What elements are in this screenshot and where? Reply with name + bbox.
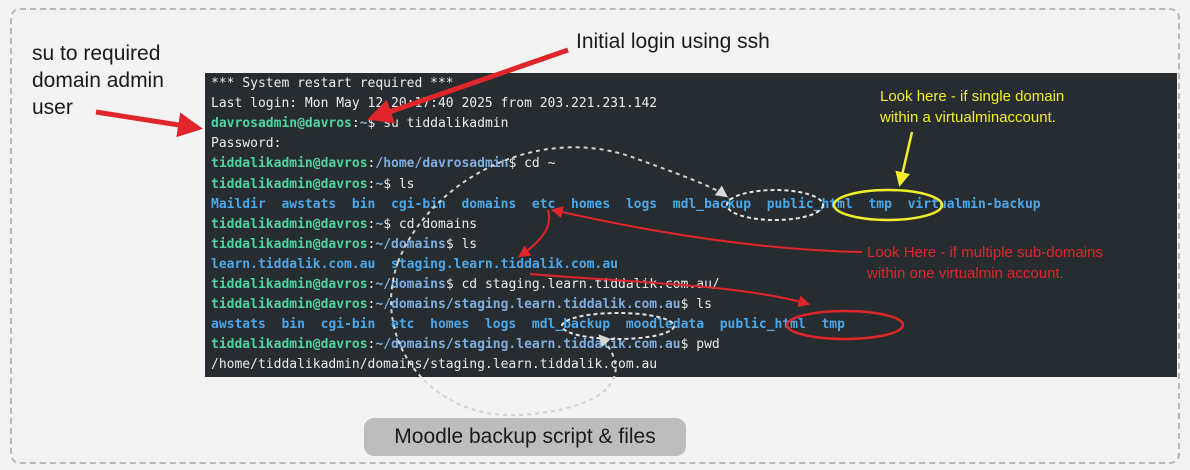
dashed-loop-backup: [390, 261, 617, 417]
highlight-mdl-backup-staging: [561, 312, 675, 340]
arrow-su-admin: [95, 109, 203, 138]
arrow-staging-public-html: [529, 273, 811, 308]
highlight-mdl-backup-home: [726, 189, 824, 221]
arrow-multi-domains: [550, 206, 863, 253]
arrow-yellow-pointer: [895, 131, 914, 187]
annotation-overlay: [95, 47, 944, 417]
highlight-public-html-staging: [785, 309, 905, 341]
arrow-initial-login: [367, 47, 569, 124]
dashed-loop-home: [397, 146, 728, 263]
highlight-public-html-single: [832, 188, 944, 222]
arrow-domains-ls: [518, 209, 551, 258]
